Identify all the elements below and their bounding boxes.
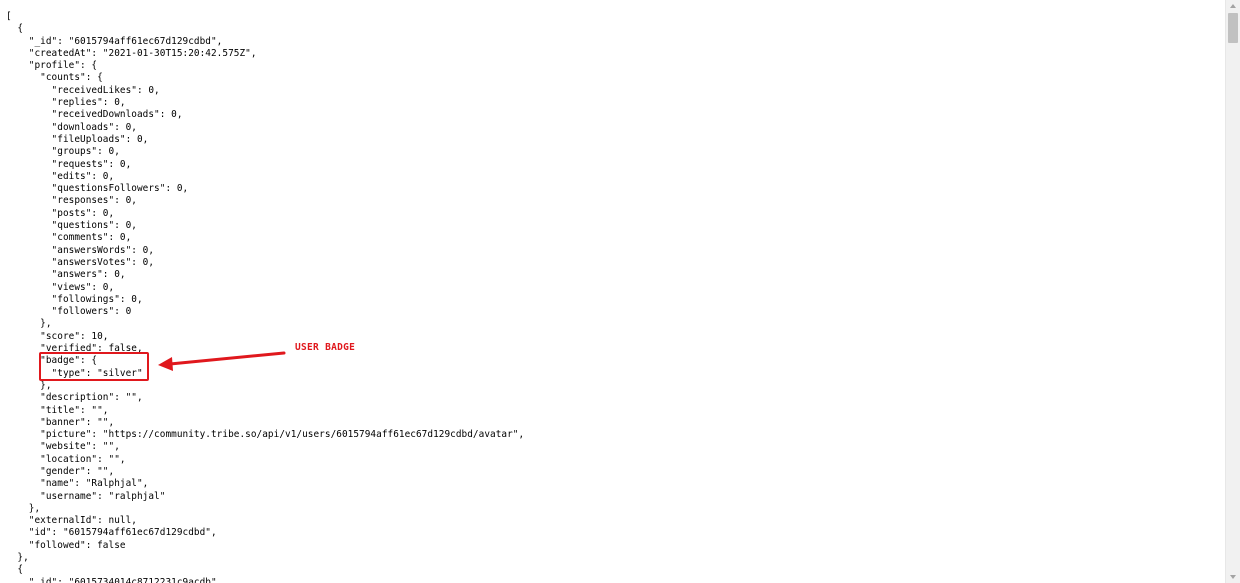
- json-line: "counts": {: [6, 72, 103, 84]
- json-line: "questionsFollowers": 0,: [6, 183, 189, 195]
- annotation-label: USER BADGE: [295, 342, 356, 353]
- json-line: "receivedDownloads": 0,: [6, 109, 183, 121]
- json-line: "banner": "",: [6, 416, 115, 428]
- json-line: "groups": 0,: [6, 146, 120, 158]
- json-line: "requests": 0,: [6, 158, 132, 170]
- json-line: "picture": "https://community.tribe.so/a…: [6, 429, 525, 441]
- json-line: "answersWords": 0,: [6, 244, 155, 256]
- json-line: },: [6, 318, 52, 330]
- json-line: "title": "",: [6, 404, 109, 416]
- json-line: "answers": 0,: [6, 269, 126, 281]
- annotation-arrow-icon: [158, 351, 286, 371]
- json-line: [: [6, 11, 12, 22]
- json-line: "receivedLikes": 0,: [6, 84, 160, 96]
- json-line: "_id": "6015734014c8712231c9acdb",: [6, 576, 223, 583]
- json-line: },: [6, 502, 41, 514]
- json-line: "name": "Ralphjal",: [6, 478, 149, 490]
- json-content: [ { "_id": "6015794aff61ec67d129cdbd", "…: [6, 11, 524, 583]
- json-line: "createdAt": "2021-01-30T15:20:42.575Z",: [6, 47, 257, 59]
- json-line: {: [6, 23, 24, 35]
- scrollbar-thumb[interactable]: [1228, 13, 1238, 43]
- json-line: "id": "6015794aff61ec67d129cdbd",: [6, 527, 217, 539]
- json-line: "views": 0,: [6, 281, 115, 293]
- json-line: "fileUploads": 0,: [6, 133, 149, 145]
- json-line: },: [6, 552, 29, 564]
- scroll-up-icon[interactable]: [1230, 4, 1236, 8]
- json-line: "externalId": null,: [6, 515, 137, 527]
- json-line: },: [6, 379, 52, 391]
- json-line: "description": "",: [6, 392, 143, 404]
- json-line: "answersVotes": 0,: [6, 256, 155, 268]
- json-line: "followings": 0,: [6, 293, 143, 305]
- json-line: "downloads": 0,: [6, 121, 137, 133]
- json-line: "comments": 0,: [6, 232, 132, 244]
- json-line: "_id": "6015794aff61ec67d129cdbd",: [6, 35, 223, 47]
- json-line: "profile": {: [6, 60, 98, 72]
- json-line: "gender": "",: [6, 465, 115, 477]
- json-line: "location": "",: [6, 453, 126, 465]
- json-line: "replies": 0,: [6, 97, 126, 109]
- json-line: "followers": 0: [6, 306, 132, 318]
- json-line: "posts": 0,: [6, 207, 115, 219]
- json-line: "username": "ralphjal": [6, 490, 166, 502]
- json-line: "edits": 0,: [6, 170, 115, 182]
- vertical-scrollbar[interactable]: [1225, 0, 1240, 583]
- json-line: "responses": 0,: [6, 195, 137, 207]
- json-line: {: [6, 564, 24, 576]
- json-line: "followed": false: [6, 539, 126, 551]
- json-viewer: [ { "_id": "6015794aff61ec67d129cdbd", "…: [0, 0, 1225, 583]
- badge-highlight-box: [39, 352, 149, 381]
- scroll-down-icon[interactable]: [1230, 575, 1236, 579]
- json-line: "questions": 0,: [6, 220, 137, 232]
- json-line: "website": "",: [6, 441, 120, 453]
